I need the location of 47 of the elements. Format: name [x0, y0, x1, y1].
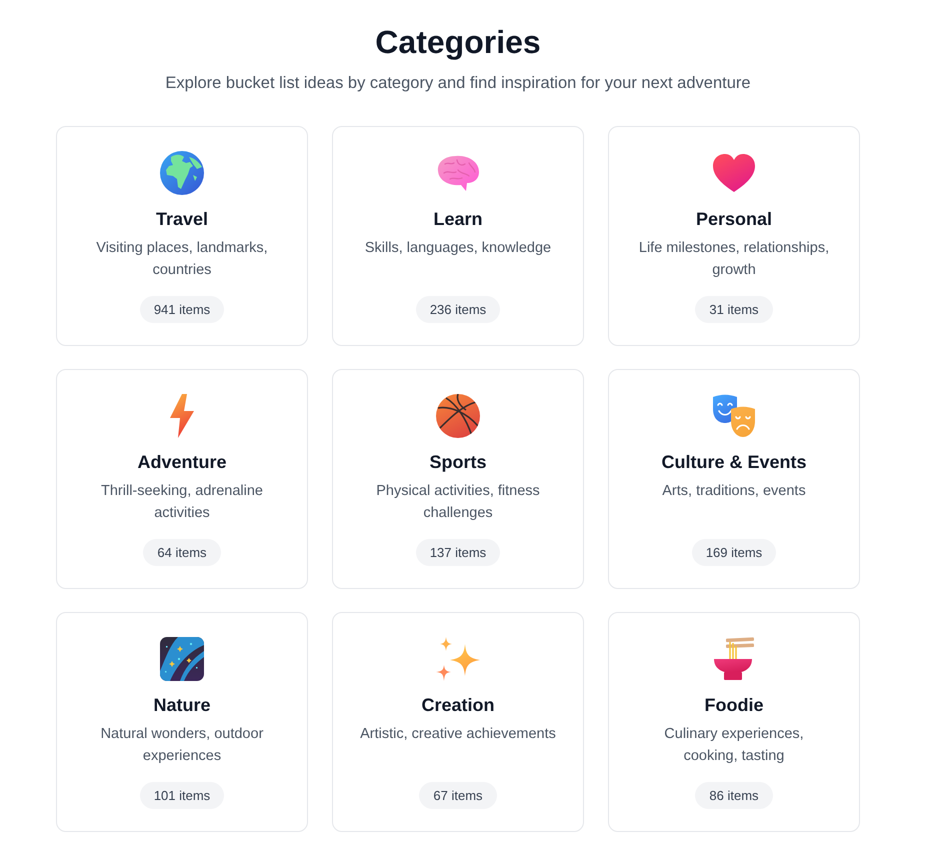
item-count: 101 items: [140, 782, 224, 809]
lightning-bolt-icon: [170, 394, 194, 438]
category-description: Skills, languages, knowledge: [364, 239, 552, 258]
category-card[interactable]: Travel Visiting places, landmarks, countries 941 items: [56, 126, 308, 346]
item-count: 64 items: [143, 539, 221, 566]
item-count: 137 items: [416, 539, 500, 566]
category-description: Life milestones, relationships, growth: [638, 239, 830, 280]
item-count: 31 items: [695, 296, 773, 323]
category-title: Creation: [421, 694, 494, 717]
theater-masks-icon: [712, 394, 756, 438]
page-subtitle: Explore bucket list ideas by category and find inspiration for your next adventure: [165, 73, 751, 94]
category-title: Travel: [156, 208, 208, 231]
category-description: Culinary experiences, cooking, tasting: [663, 725, 805, 766]
category-title: Foodie: [704, 694, 764, 717]
category-description: Thrill-seeking, adrenaline activities: [100, 482, 264, 523]
category-title: Learn: [433, 208, 483, 231]
globe-icon: [160, 151, 204, 195]
category-title: Culture & Events: [661, 451, 807, 474]
category-title: Adventure: [137, 451, 226, 474]
category-title: Sports: [429, 451, 486, 474]
category-card[interactable]: Learn Skills, languages, knowledge 236 items: [332, 126, 584, 346]
item-count: 67 items: [419, 782, 497, 809]
milky-way-icon: [160, 637, 204, 681]
category-description: Natural wonders, outdoor experiences: [100, 725, 264, 766]
category-title: Personal: [696, 208, 772, 231]
page-title: Categories: [375, 23, 541, 62]
heart-icon: [712, 153, 756, 193]
brain-icon: [436, 154, 480, 192]
category-card[interactable]: Foodie Culinary experiences, cooking, tasting 86 items: [608, 612, 860, 832]
basketball-icon: [436, 394, 480, 438]
category-card[interactable]: Creation Artistic, creative achievements 67 items: [332, 612, 584, 832]
category-card[interactable]: Sports Physical activities, fitness challenges 137 items: [332, 369, 584, 589]
noodle-bowl-icon: [714, 637, 754, 681]
item-count: 169 items: [692, 539, 776, 566]
item-count: 941 items: [140, 296, 224, 323]
category-description: Visiting places, landmarks, countries: [95, 239, 269, 280]
category-card[interactable]: Personal Life milestones, relationships, growth 31 items: [608, 126, 860, 346]
category-description: Artistic, creative achievements: [360, 725, 556, 744]
item-count: 86 items: [695, 782, 773, 809]
sparkles-icon: [436, 637, 480, 681]
category-card[interactable]: Adventure Thrill-seeking, adrenaline activities 64 items: [56, 369, 308, 589]
category-description: Arts, traditions, events: [662, 482, 806, 501]
category-card[interactable]: Nature Natural wonders, outdoor experiences 101 items: [56, 612, 308, 832]
category-card[interactable]: Culture & Events Arts, traditions, events 169 items: [608, 369, 860, 589]
category-description: Physical activities, fitness challenges: [375, 482, 541, 523]
category-title: Nature: [153, 694, 210, 717]
item-count: 236 items: [416, 296, 500, 323]
